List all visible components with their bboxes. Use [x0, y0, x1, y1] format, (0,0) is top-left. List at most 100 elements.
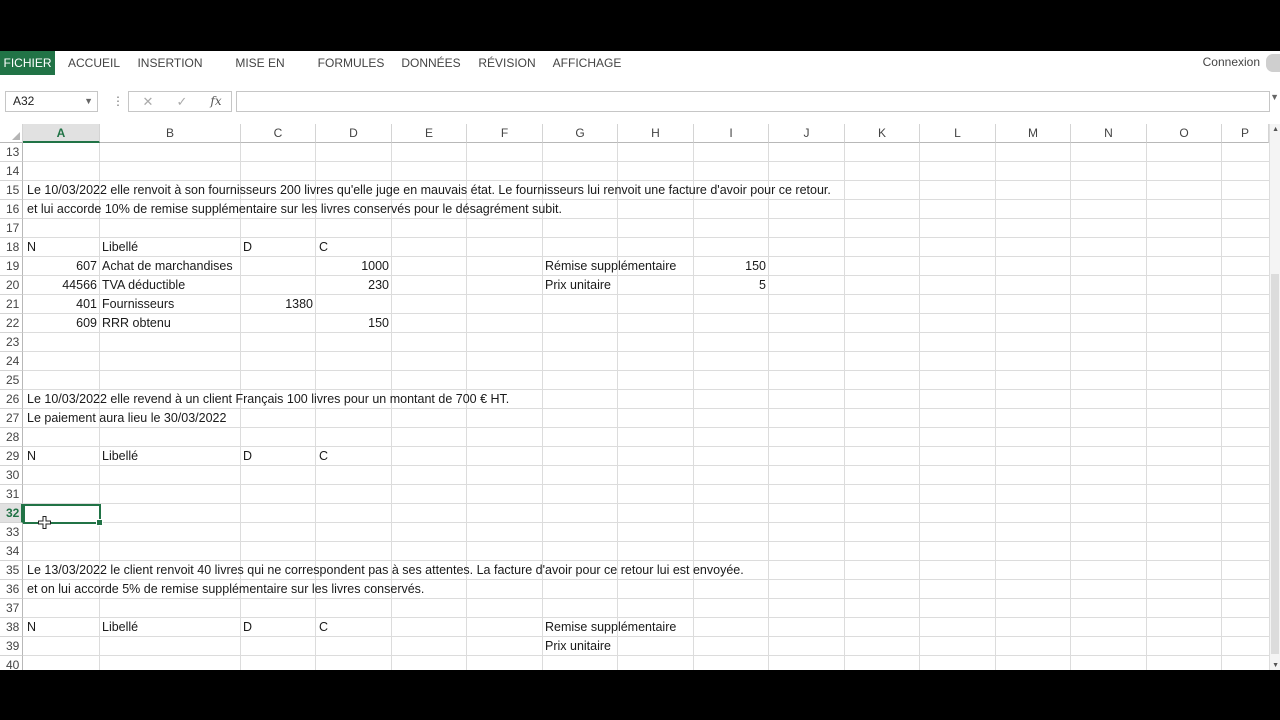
row-header-24[interactable]: 24	[0, 352, 23, 371]
row-header-19[interactable]: 19	[0, 257, 23, 276]
column-header-b[interactable]: B	[100, 124, 241, 143]
cell-g20[interactable]: Prix unitaire	[545, 276, 611, 295]
cell-g39[interactable]: Prix unitaire	[545, 637, 611, 656]
row-header-20[interactable]: 20	[0, 276, 23, 295]
row-header-34[interactable]: 34	[0, 542, 23, 561]
row-header-30[interactable]: 30	[0, 466, 23, 485]
row-header-35[interactable]: 35	[0, 561, 23, 580]
tab-page-layout[interactable]: MISE EN PAGE	[218, 51, 302, 94]
cell-b20[interactable]: TVA déductible	[102, 276, 185, 295]
column-header-o[interactable]: O	[1147, 124, 1222, 143]
row-header-21[interactable]: 21	[0, 295, 23, 314]
row-header-23[interactable]: 23	[0, 333, 23, 352]
cell-i20[interactable]: 5	[694, 276, 766, 295]
scrollbar-thumb[interactable]	[1271, 274, 1279, 654]
select-all-button[interactable]	[0, 124, 23, 143]
cell-b29[interactable]: Libellé	[102, 447, 138, 466]
row-header-29[interactable]: 29	[0, 447, 23, 466]
row-header-36[interactable]: 36	[0, 580, 23, 599]
formula-input[interactable]	[236, 91, 1270, 112]
cell-b18[interactable]: Libellé	[102, 238, 138, 257]
column-header-h[interactable]: H	[618, 124, 694, 143]
column-header-e[interactable]: E	[392, 124, 467, 143]
column-header-m[interactable]: M	[996, 124, 1071, 143]
row-header-37[interactable]: 37	[0, 599, 23, 618]
cell-a35[interactable]: Le 13/03/2022 le client renvoit 40 livre…	[27, 561, 744, 580]
cell-a18[interactable]: N	[27, 238, 36, 257]
column-header-f[interactable]: F	[467, 124, 543, 143]
row-header-18[interactable]: 18	[0, 238, 23, 257]
tab-view[interactable]: AFFICHAGE	[550, 51, 624, 75]
cell-c29[interactable]: D	[243, 447, 252, 466]
row-header-13[interactable]: 13	[0, 143, 23, 162]
column-header-n[interactable]: N	[1071, 124, 1147, 143]
cell-i19[interactable]: 150	[694, 257, 766, 276]
column-header-k[interactable]: K	[845, 124, 920, 143]
column-header-i[interactable]: I	[694, 124, 769, 143]
column-header-j[interactable]: J	[769, 124, 845, 143]
row-header-15[interactable]: 15	[0, 181, 23, 200]
cell-d29[interactable]: C	[319, 447, 328, 466]
row-header-39[interactable]: 39	[0, 637, 23, 656]
avatar[interactable]	[1266, 54, 1280, 72]
tab-file[interactable]: FICHIER	[0, 51, 55, 75]
tab-review[interactable]: RÉVISION	[476, 51, 538, 75]
tab-formulas[interactable]: FORMULES	[315, 51, 387, 75]
cell-g38[interactable]: Remise supplémentaire	[545, 618, 676, 637]
tab-data[interactable]: DONNÉES	[399, 51, 463, 75]
name-box[interactable]: A32 ▼	[5, 91, 98, 112]
row-header-33[interactable]: 33	[0, 523, 23, 542]
row-header-31[interactable]: 31	[0, 485, 23, 504]
insert-function-icon[interactable]: fx	[201, 92, 231, 111]
cell-a29[interactable]: N	[27, 447, 36, 466]
cell-a36[interactable]: et on lui accorde 5% de remise supplémen…	[27, 580, 424, 599]
cell-grid[interactable]: Le 10/03/2022 elle renvoit à son fournis…	[23, 143, 1269, 670]
cell-a19[interactable]: 607	[23, 257, 97, 276]
cell-b38[interactable]: Libellé	[102, 618, 138, 637]
row-header-28[interactable]: 28	[0, 428, 23, 447]
cell-g19[interactable]: Rémise supplémentaire	[545, 257, 676, 276]
cell-a15[interactable]: Le 10/03/2022 elle renvoit à son fournis…	[27, 181, 831, 200]
row-header-27[interactable]: 27	[0, 409, 23, 428]
row-header-40[interactable]: 40	[0, 656, 23, 670]
cell-b21[interactable]: Fournisseurs	[102, 295, 174, 314]
expand-formula-bar-icon[interactable]: ▼	[1270, 92, 1279, 102]
row-header-38[interactable]: 38	[0, 618, 23, 637]
enter-icon[interactable]: ✓	[167, 92, 197, 111]
cell-c21[interactable]: 1380	[241, 295, 313, 314]
row-header-32[interactable]: 32	[0, 504, 23, 523]
cell-a16[interactable]: et lui accorde 10% de remise supplémenta…	[27, 200, 562, 219]
cell-d20[interactable]: 230	[316, 276, 389, 295]
active-cell-selection[interactable]	[23, 504, 103, 526]
cancel-icon[interactable]: ✕	[133, 92, 163, 111]
signin-link[interactable]: Connexion	[1203, 51, 1260, 75]
cell-d19[interactable]: 1000	[316, 257, 389, 276]
cell-a26[interactable]: Le 10/03/2022 elle revend à un client Fr…	[27, 390, 509, 409]
column-header-a[interactable]: A	[23, 124, 100, 143]
cell-b19[interactable]: Achat de marchandises	[102, 257, 233, 276]
cell-a27[interactable]: Le paiement aura lieu le 30/03/2022	[27, 409, 226, 428]
cell-d22[interactable]: 150	[316, 314, 389, 333]
column-header-c[interactable]: C	[241, 124, 316, 143]
scroll-up-icon[interactable]: ▲	[1272, 126, 1279, 133]
scroll-down-icon[interactable]: ▼	[1272, 662, 1279, 669]
row-header-14[interactable]: 14	[0, 162, 23, 181]
cell-d38[interactable]: C	[319, 618, 328, 637]
cell-d18[interactable]: C	[319, 238, 328, 257]
cell-a38[interactable]: N	[27, 618, 36, 637]
cell-b22[interactable]: RRR obtenu	[102, 314, 171, 333]
cell-c38[interactable]: D	[243, 618, 252, 637]
cell-a20[interactable]: 44566	[23, 276, 97, 295]
cell-a22[interactable]: 609	[23, 314, 97, 333]
row-header-22[interactable]: 22	[0, 314, 23, 333]
row-header-26[interactable]: 26	[0, 390, 23, 409]
tab-insert[interactable]: INSERTION	[136, 51, 204, 75]
row-header-16[interactable]: 16	[0, 200, 23, 219]
column-header-d[interactable]: D	[316, 124, 392, 143]
cell-c18[interactable]: D	[243, 238, 252, 257]
chevron-down-icon[interactable]: ▼	[84, 92, 93, 111]
cell-a21[interactable]: 401	[23, 295, 97, 314]
drag-handle-icon[interactable]: ⋮	[112, 91, 124, 112]
row-header-25[interactable]: 25	[0, 371, 23, 390]
row-header-17[interactable]: 17	[0, 219, 23, 238]
